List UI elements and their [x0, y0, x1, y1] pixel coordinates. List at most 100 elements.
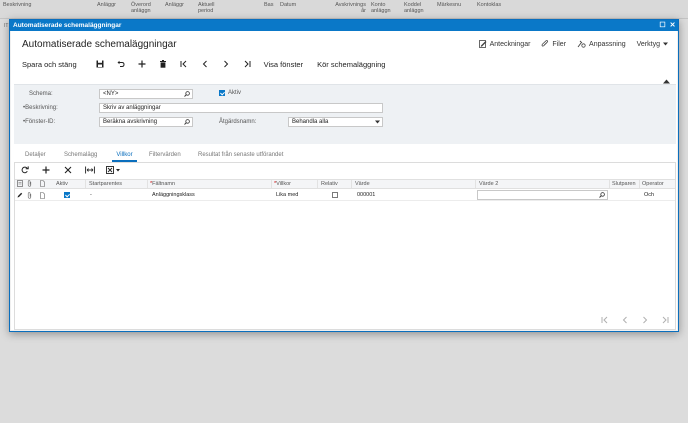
- bg-col-markesnu: Märkesnu: [437, 2, 462, 8]
- row-active-checkbox[interactable]: [64, 192, 70, 198]
- notes-icon: [478, 40, 487, 48]
- tab-schemalagg[interactable]: Schemalägg: [64, 150, 97, 162]
- schema-label: Schema:: [29, 91, 53, 97]
- tools-menu[interactable]: Verktyg: [637, 40, 668, 48]
- last-icon: [244, 60, 251, 68]
- col-start-paren[interactable]: Startparentes: [89, 181, 122, 187]
- trash-icon: [159, 60, 166, 68]
- show-window-button[interactable]: Visa fönster: [264, 58, 303, 70]
- bg-col-bas: Bas: [264, 2, 274, 8]
- bg-col-datum: Datum: [280, 2, 297, 8]
- next-record-button[interactable]: [221, 58, 231, 70]
- fit-columns-button[interactable]: [85, 164, 96, 176]
- note-icon[interactable]: [40, 192, 45, 199]
- search-icon[interactable]: [184, 118, 190, 125]
- customize-label: Anpassning: [589, 40, 626, 48]
- schedule-dialog: Automatiserade schemaläggningar ☐ ✕ Auto…: [9, 19, 679, 332]
- save-button[interactable]: [95, 58, 105, 70]
- delete-button[interactable]: [158, 58, 168, 70]
- col-value2[interactable]: Värde 2: [479, 181, 498, 187]
- first-icon: [601, 316, 608, 324]
- col-relative[interactable]: Relativ: [321, 181, 338, 187]
- schema-input[interactable]: <NY>: [99, 89, 193, 99]
- plus-icon: [42, 166, 50, 174]
- first-page-button[interactable]: [601, 316, 609, 324]
- bg-col-anlaggr: Anläggr: [97, 2, 116, 8]
- chevron-right-icon: [223, 60, 228, 68]
- row-relative-checkbox[interactable]: [332, 192, 338, 198]
- previous-page-button[interactable]: [621, 316, 629, 324]
- top-actions: Anteckningar Filer Anpassning Verktyg: [478, 40, 668, 48]
- cell-start-paren[interactable]: -: [90, 192, 92, 198]
- col-condition[interactable]: *Villkor: [274, 181, 291, 187]
- last-record-button[interactable]: [242, 58, 252, 70]
- dialog-title-bar: Automatiserade schemaläggningar ☐ ✕: [10, 20, 678, 31]
- delete-row-button[interactable]: [64, 164, 74, 176]
- fit-columns-icon: [85, 166, 95, 174]
- schema-value: <NY>: [103, 91, 119, 97]
- col-field-name[interactable]: *Fältnamn: [150, 181, 175, 187]
- bg-col-overord: Överord anläggn: [131, 2, 151, 14]
- search-icon[interactable]: [599, 192, 605, 198]
- files-button[interactable]: Filer: [541, 40, 566, 48]
- col-end-paren[interactable]: Slutparen: [612, 181, 636, 187]
- tab-detaljer[interactable]: Detaljer: [25, 150, 46, 162]
- first-record-button[interactable]: [179, 58, 189, 70]
- plus-icon: [138, 60, 146, 68]
- bg-col-konto: Konto anläggn: [371, 2, 391, 14]
- row-files-header-icon: [17, 180, 23, 187]
- chevron-right-icon: [643, 316, 648, 324]
- active-checkbox[interactable]: [219, 90, 225, 96]
- run-schedule-button[interactable]: Kör schemaläggning: [317, 58, 385, 70]
- next-page-button[interactable]: [641, 316, 649, 324]
- edit-pencil-icon[interactable]: [17, 192, 23, 198]
- tab-villkor[interactable]: Villkor: [112, 150, 137, 162]
- col-condition-label: Villkor: [276, 181, 292, 187]
- note-icon: [40, 180, 45, 187]
- bg-col-anlaggr-2: Anläggr: [165, 2, 184, 8]
- export-menu-button[interactable]: [106, 164, 124, 176]
- col-active[interactable]: Aktiv: [56, 181, 68, 187]
- paperclip-icon: [27, 180, 32, 187]
- undo-icon: [117, 60, 125, 67]
- bg-col-avskrivningsar: Avskrivnings år: [335, 2, 366, 14]
- action-name-select[interactable]: Behandla alla: [288, 117, 383, 127]
- close-button[interactable]: ✕: [668, 20, 677, 31]
- refresh-button[interactable]: [21, 164, 31, 176]
- description-input[interactable]: Skriv av anläggningar: [99, 103, 383, 113]
- refresh-icon: [21, 166, 29, 174]
- tab-filtervarden[interactable]: Filtervärden: [149, 150, 181, 162]
- maximize-button[interactable]: ☐: [658, 20, 667, 31]
- table-row[interactable]: - Anläggningsklass Lika med 000001 Och: [15, 190, 675, 201]
- paperclip-icon: [541, 40, 549, 48]
- cell-condition[interactable]: Lika med: [276, 192, 298, 198]
- paperclip-icon[interactable]: [27, 192, 32, 199]
- add-row-button[interactable]: [42, 164, 52, 176]
- caret-down-icon: [375, 118, 380, 124]
- window-id-label: Fönster-ID:: [23, 119, 55, 125]
- main-toolbar: Spara och stäng Visa fönster Kör schemal…: [22, 58, 385, 70]
- undo-button[interactable]: [116, 58, 126, 70]
- last-page-button[interactable]: [661, 316, 669, 324]
- action-name-value: Behandla alla: [292, 119, 329, 125]
- col-value[interactable]: Värde: [355, 181, 370, 187]
- grid-toolbar: [15, 163, 675, 178]
- tab-resultat[interactable]: Resultat från senaste utförandet: [198, 150, 283, 162]
- customize-button[interactable]: Anpassning: [577, 40, 626, 48]
- window-id-input[interactable]: Beräkna avskrivning: [99, 117, 193, 127]
- window-id-value: Beräkna avskrivning: [103, 119, 158, 125]
- cell-field-name[interactable]: Anläggningsklass: [152, 192, 195, 198]
- form-panel: Schema: <NY> Aktiv Beskrivning: Skriv av…: [14, 84, 676, 144]
- search-icon[interactable]: [184, 90, 190, 97]
- add-button[interactable]: [137, 58, 147, 70]
- notes-button[interactable]: Anteckningar: [478, 40, 530, 48]
- customize-icon: [577, 40, 586, 48]
- value2-input[interactable]: [477, 190, 608, 200]
- cell-operator[interactable]: Och: [644, 192, 654, 198]
- previous-record-button[interactable]: [200, 58, 210, 70]
- pager: [601, 316, 669, 324]
- col-operator[interactable]: Operator: [642, 181, 664, 187]
- chevron-left-icon: [622, 316, 627, 324]
- cell-value[interactable]: 000001: [357, 192, 375, 198]
- save-close-button[interactable]: Spara och stäng: [22, 58, 77, 70]
